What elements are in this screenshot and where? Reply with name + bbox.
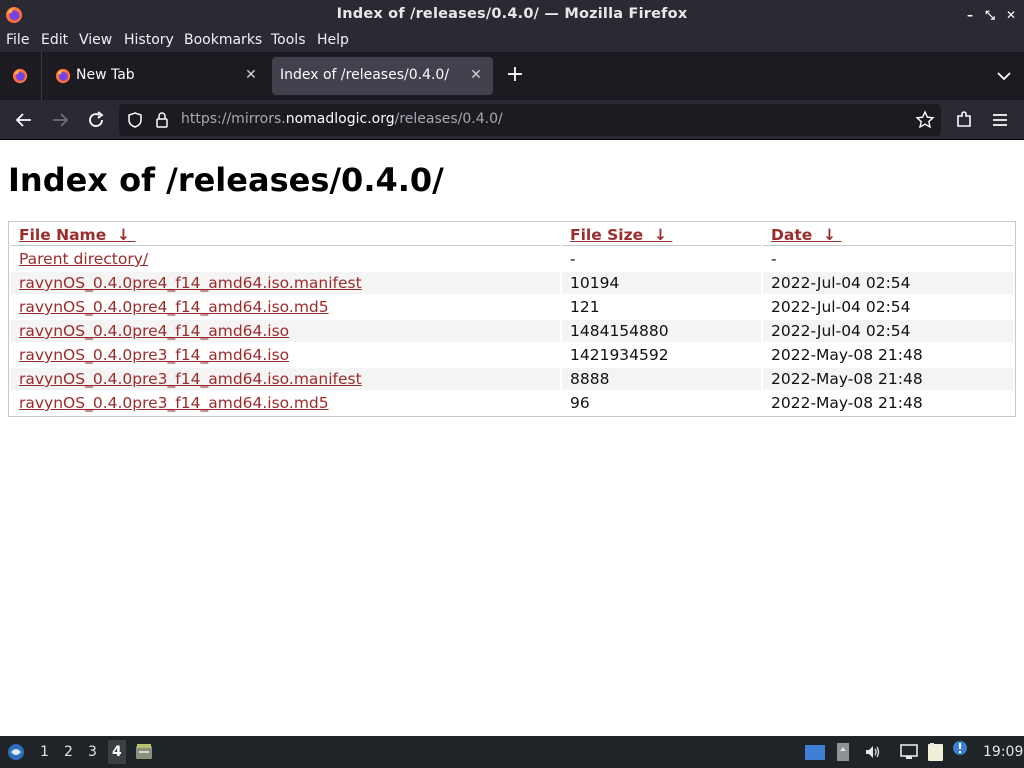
table-header-row: File Name ↓ File Size ↓ Date ↓	[11, 224, 1013, 246]
close-icon[interactable]: ✕	[1003, 6, 1019, 24]
file-link[interactable]: ravynOS_0.4.0pre3_f14_amd64.iso.md5	[19, 394, 329, 412]
notification-icon[interactable]	[952, 740, 968, 758]
close-tab-icon[interactable]: ✕	[242, 66, 260, 84]
forward-arrow-icon[interactable]	[48, 108, 72, 132]
menu-file[interactable]: File	[6, 32, 29, 48]
tab-label: Index of /releases/0.4.0/	[280, 67, 450, 83]
file-name-cell: ravynOS_0.4.0pre3_f14_amd64.iso.manifest	[11, 368, 560, 390]
table-row: ravynOS_0.4.0pre3_f14_amd64.iso.manifest…	[11, 368, 1013, 390]
workspace-4[interactable]: 4	[108, 740, 126, 764]
tab-strip: New Tab ✕ Index of /releases/0.4.0/ ✕ +	[0, 52, 1024, 100]
url-path: /releases/0.4.0/	[394, 111, 503, 127]
table-row: ravynOS_0.4.0pre3_f14_amd64.iso.md5 96 2…	[11, 392, 1013, 414]
menu-edit[interactable]: Edit	[41, 32, 68, 48]
navigation-toolbar: https://mirrors.nomadlogic.org/releases/…	[0, 100, 1024, 140]
file-date-cell: 2022-Jul-04 02:54	[763, 272, 1013, 294]
column-header-file-name: File Name ↓	[11, 224, 560, 246]
file-link[interactable]: ravynOS_0.4.0pre3_f14_amd64.iso.manifest	[19, 370, 362, 388]
storage-icon[interactable]	[836, 742, 850, 762]
file-link[interactable]: ravynOS_0.4.0pre4_f14_amd64.iso.md5	[19, 298, 329, 316]
menu-tools[interactable]: Tools	[271, 32, 306, 48]
workspace-1[interactable]: 1	[40, 744, 49, 760]
list-all-tabs-chevron-icon[interactable]	[993, 66, 1015, 86]
file-size-cell: 96	[570, 394, 590, 412]
file-name-cell: ravynOS_0.4.0pre3_f14_amd64.iso.md5	[11, 392, 560, 414]
shield-icon[interactable]	[126, 111, 144, 129]
back-arrow-icon[interactable]	[12, 108, 36, 132]
notes-icon[interactable]	[926, 741, 946, 763]
file-name-cell: Parent directory/	[11, 248, 560, 270]
sort-by-size-link[interactable]: File Size ↓	[570, 226, 672, 244]
lock-icon[interactable]	[154, 111, 170, 129]
table-row: ravynOS_0.4.0pre4_f14_amd64.iso 14841548…	[11, 320, 1013, 342]
file-date-cell: 2022-Jul-04 02:54	[771, 298, 911, 316]
file-size-cell: 1484154880	[562, 320, 761, 342]
start-menu-icon[interactable]	[6, 742, 26, 762]
sort-by-name-link[interactable]: File Name ↓	[19, 226, 135, 244]
table-row: ravynOS_0.4.0pre4_f14_amd64.iso.manifest…	[11, 272, 1013, 294]
tab-releases-index[interactable]: Index of /releases/0.4.0/ ✕	[272, 57, 493, 95]
minimize-icon[interactable]: –	[962, 6, 978, 24]
file-table: File Name ↓ File Size ↓ Date ↓ Parent di…	[9, 222, 1015, 416]
menu-help[interactable]: Help	[317, 32, 349, 48]
file-size-cell: 10194	[562, 272, 761, 294]
sort-by-date-link[interactable]: Date ↓	[771, 226, 841, 244]
file-size-cell: 1421934592	[570, 346, 669, 364]
volume-icon[interactable]	[864, 743, 882, 761]
menu-history[interactable]: History	[124, 32, 174, 48]
desktop-taskbar: 1 2 3 4 19:09	[0, 736, 1024, 768]
window-titlebar: Index of /releases/0.4.0/ — Mozilla Fire…	[0, 0, 1024, 30]
extensions-puzzle-icon[interactable]	[952, 108, 976, 132]
firefox-icon	[55, 68, 71, 84]
file-manager-icon[interactable]	[134, 742, 154, 762]
menu-bookmarks[interactable]: Bookmarks	[184, 32, 262, 48]
url-scheme: https://mirrors.	[181, 111, 286, 127]
file-size-cell: 8888	[562, 368, 761, 390]
parent-directory-link[interactable]: Parent directory/	[19, 250, 148, 268]
close-tab-icon[interactable]: ✕	[467, 66, 485, 84]
menu-bar: File Edit View History Bookmarks Tools H…	[0, 30, 1024, 52]
pinned-tab-firefox[interactable]	[0, 52, 42, 100]
window-list-icon[interactable]	[804, 744, 826, 762]
file-name-cell: ravynOS_0.4.0pre4_f14_amd64.iso.md5	[11, 296, 560, 318]
hamburger-menu-icon[interactable]	[988, 108, 1012, 132]
column-header-file-size: File Size ↓	[562, 224, 761, 246]
file-date-cell: 2022-May-08 21:48	[771, 394, 923, 412]
url-text[interactable]: https://mirrors.nomadlogic.org/releases/…	[181, 111, 503, 127]
file-name-cell: ravynOS_0.4.0pre4_f14_amd64.iso.manifest	[11, 272, 560, 294]
file-name-cell: ravynOS_0.4.0pre3_f14_amd64.iso	[11, 344, 560, 366]
maximize-icon[interactable]: ⤡	[982, 6, 998, 24]
window-title: Index of /releases/0.4.0/ — Mozilla Fire…	[336, 6, 688, 22]
table-row: ravynOS_0.4.0pre3_f14_amd64.iso 14219345…	[11, 344, 1013, 366]
bookmark-star-icon[interactable]	[915, 110, 935, 130]
file-date-cell: 2022-Jul-04 02:54	[763, 320, 1013, 342]
page-heading: Index of /releases/0.4.0/	[8, 161, 444, 199]
file-date-cell: 2022-May-08 21:48	[763, 368, 1013, 390]
table-row: ravynOS_0.4.0pre4_f14_amd64.iso.md5 121 …	[11, 296, 1013, 318]
firefox-icon	[12, 68, 28, 84]
file-size-cell: 121	[570, 298, 600, 316]
workspace-2[interactable]: 2	[64, 744, 73, 760]
tab-label: New Tab	[76, 67, 135, 83]
page-content: Index of /releases/0.4.0/ File Name ↓ Fi…	[0, 141, 1024, 736]
file-listing: File Name ↓ File Size ↓ Date ↓ Parent di…	[8, 221, 1016, 417]
file-link[interactable]: ravynOS_0.4.0pre3_f14_amd64.iso	[19, 346, 289, 364]
file-date-cell: -	[771, 250, 777, 268]
url-host: nomadlogic.org	[285, 111, 395, 127]
file-size-cell: -	[570, 250, 576, 268]
network-icon[interactable]	[899, 743, 919, 761]
new-tab-plus-icon[interactable]: +	[504, 64, 526, 86]
file-link[interactable]: ravynOS_0.4.0pre4_f14_amd64.iso.manifest	[19, 274, 362, 292]
file-link[interactable]: ravynOS_0.4.0pre4_f14_amd64.iso	[19, 322, 289, 340]
file-name-cell: ravynOS_0.4.0pre4_f14_amd64.iso	[11, 320, 560, 342]
file-date-cell: 2022-May-08 21:48	[771, 346, 923, 364]
menu-view[interactable]: View	[79, 32, 112, 48]
tab-new-tab[interactable]: New Tab ✕	[44, 57, 268, 95]
column-header-date: Date ↓	[763, 224, 1013, 246]
workspace-3[interactable]: 3	[88, 744, 97, 760]
clock: 19:09	[983, 744, 1024, 760]
address-bar[interactable]: https://mirrors.nomadlogic.org/releases/…	[119, 104, 941, 136]
reload-icon[interactable]	[84, 108, 108, 132]
table-row: Parent directory/ - -	[11, 248, 1013, 270]
